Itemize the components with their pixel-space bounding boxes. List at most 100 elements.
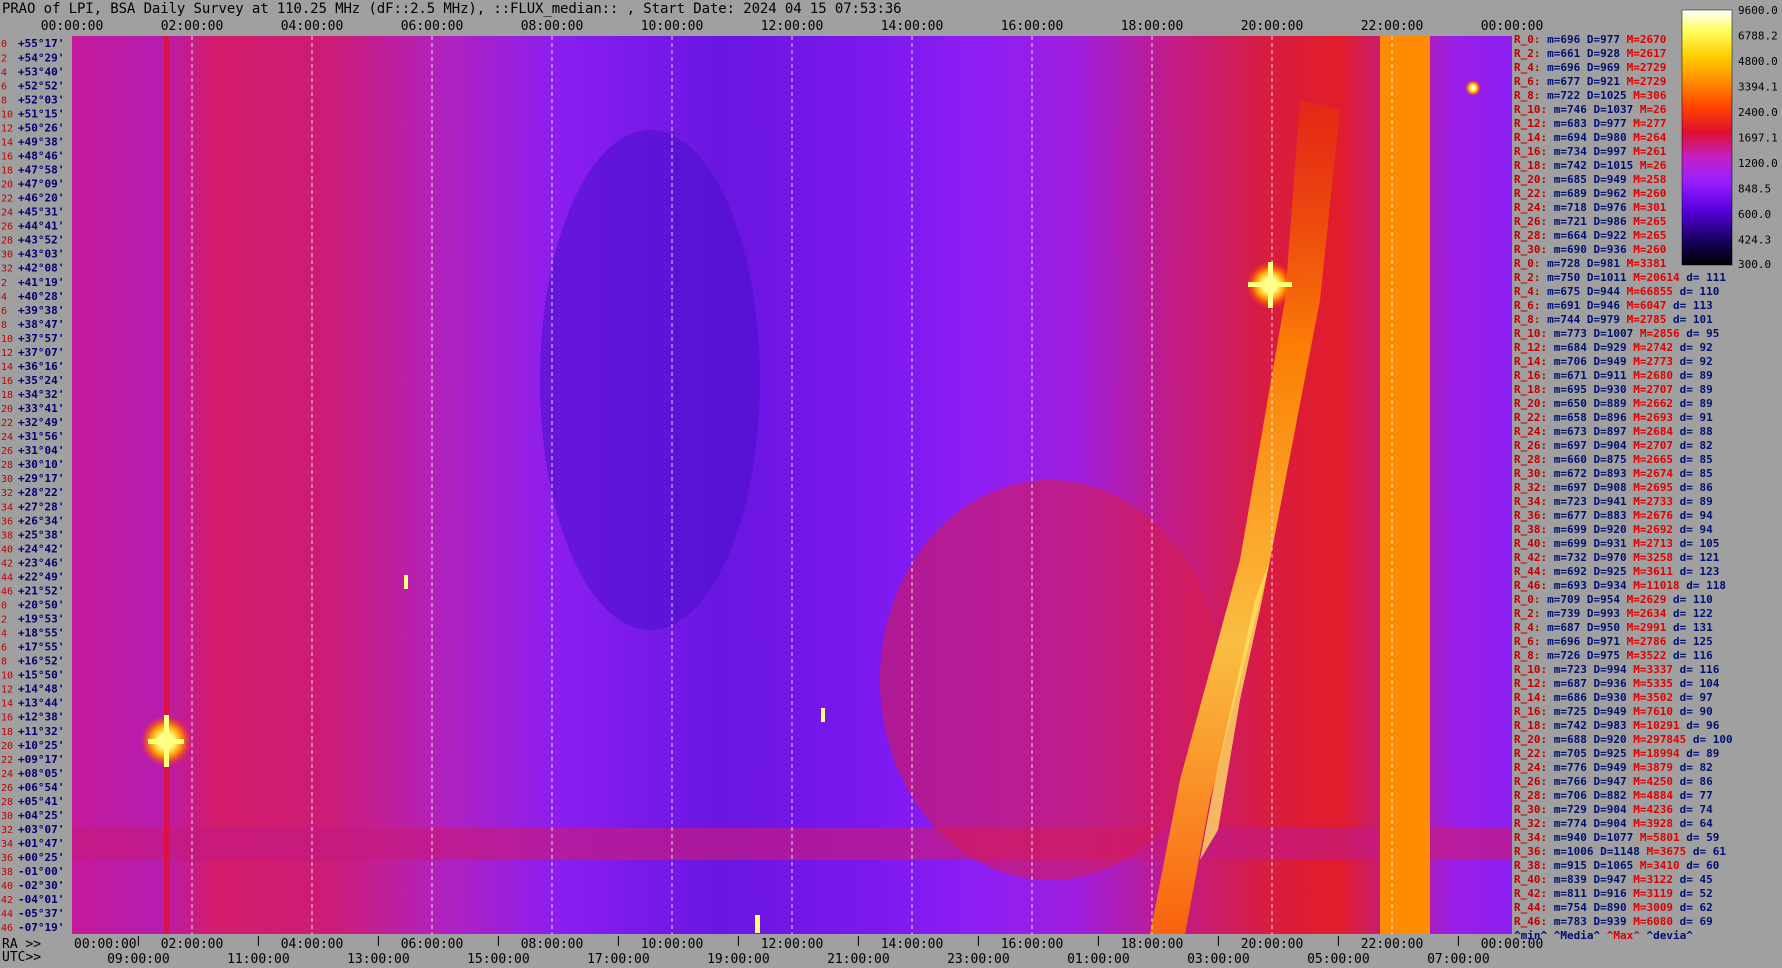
- top-time-axis: 00:00:00 02:00:00 04:00:00 06:00:00 08:00:00…: [41, 19, 1544, 34]
- beam-declination: -01°00': [18, 865, 64, 878]
- stats-min: m=750: [1547, 271, 1587, 284]
- stats-median: D=890: [1593, 901, 1634, 914]
- stats-median: D=994: [1593, 663, 1634, 676]
- stats-dev: d= 60: [1686, 859, 1720, 872]
- beam-declination: +37°07': [18, 346, 64, 359]
- stats-beam: R_12:: [1514, 117, 1554, 130]
- stats-min: m=691: [1547, 299, 1587, 312]
- stats-max: M=3611: [1633, 565, 1680, 578]
- beam-stats-row: R_44: m=692 D=925 M=3611 d= 123: [1514, 565, 1782, 579]
- beam-declination: -04°01': [18, 893, 64, 906]
- stats-dev: d= 62: [1679, 901, 1713, 914]
- stats-min: m=839: [1553, 873, 1594, 886]
- stats-dev: d= 123: [1679, 565, 1720, 578]
- beam-number: 12: [1, 123, 13, 134]
- beam-stats-row: R_46: m=693 D=934 M=11018 d= 118: [1514, 579, 1782, 593]
- beam-declination: +37°57': [18, 332, 64, 345]
- beam-stats-row: R_12: m=683 D=977 M=277: [1514, 117, 1782, 131]
- beam-stats-row: R_14: m=686 D=930 M=3502 d= 97: [1514, 691, 1782, 705]
- beam-declination: +51°15': [18, 107, 64, 120]
- beam-declination: +06°54': [18, 781, 64, 794]
- source-mid: [821, 708, 825, 722]
- stats-max: M=301: [1633, 201, 1667, 214]
- stats-beam: R_46:: [1514, 579, 1554, 592]
- stats-max: M=265: [1633, 215, 1667, 228]
- beam-stats-row: R_12: m=687 D=936 M=5335 d= 104: [1514, 677, 1782, 691]
- beam-stats-row: R_2: m=750 D=1011 M=20614 d= 111: [1514, 271, 1782, 285]
- beam-declination: +40°28': [18, 290, 64, 303]
- stats-min: m=677: [1553, 509, 1594, 522]
- beam-number: 26: [1, 446, 13, 457]
- stats-median: D=1077: [1593, 831, 1640, 844]
- stats-median: D=986: [1593, 215, 1634, 228]
- stats-median: D=936: [1593, 677, 1634, 690]
- beam-stats-row: R_26: m=697 D=904 M=2707 d= 82: [1514, 439, 1782, 453]
- beam-stats-row: R_10: m=773 D=1007 M=2856 d= 95: [1514, 327, 1782, 341]
- beam-number: 32: [1, 264, 13, 275]
- beam-number: 10: [1, 334, 13, 345]
- stats-min: m=1006: [1553, 845, 1601, 858]
- beam-stats-row: R_2: m=661 D=928 M=2617: [1514, 47, 1782, 61]
- beam-stats-row: R_32: m=774 D=904 M=3928 d= 64: [1514, 817, 1782, 831]
- beam-number: 4: [1, 629, 7, 640]
- stats-median: D=983: [1593, 719, 1634, 732]
- stats-median: D=928: [1586, 47, 1627, 60]
- stats-max: M=66855: [1626, 285, 1680, 298]
- stats-min: m=697: [1553, 481, 1594, 494]
- beam-declination: +08°05': [18, 767, 64, 780]
- beam-declination: +16°52': [18, 655, 64, 668]
- stats-median: D=930: [1593, 691, 1634, 704]
- stats-max: M=2991: [1626, 621, 1673, 634]
- interference-stripe: [1380, 36, 1430, 934]
- beam-stats-row: R_44: m=754 D=890 M=3009 d= 62: [1514, 901, 1782, 915]
- stats-beam: R_12:: [1514, 341, 1554, 354]
- stats-min: m=705: [1553, 747, 1594, 760]
- stats-min: m=699: [1553, 523, 1594, 536]
- stats-dev: d= 110: [1679, 285, 1720, 298]
- beam-declination: +35°24': [18, 374, 64, 387]
- beam-stats-row: R_36: m=677 D=883 M=2676 d= 94: [1514, 509, 1782, 523]
- beam-number: 20: [1, 741, 13, 752]
- stats-min: m=693: [1553, 579, 1594, 592]
- stats-median: D=920: [1593, 733, 1634, 746]
- utc-tick-label: 21:00:00: [827, 952, 890, 967]
- beam-stats-row: R_26: m=766 D=947 M=4250 d= 86: [1514, 775, 1782, 789]
- stats-median: D=889: [1593, 397, 1634, 410]
- beam-number: 6: [1, 81, 7, 92]
- stats-min: m=742: [1553, 719, 1594, 732]
- stats-beam: R_40:: [1514, 537, 1554, 550]
- stats-median: D=977: [1593, 117, 1634, 130]
- ra-tick-label: 00:00:00: [74, 937, 137, 952]
- beam-declination: +05°41': [18, 795, 64, 808]
- beam-stats-row: R_24: m=776 D=949 M=3879 d= 82: [1514, 761, 1782, 775]
- stats-dev: d= 121: [1679, 551, 1720, 564]
- beam-declination: +03°07': [18, 823, 64, 836]
- stats-median: D=883: [1593, 509, 1634, 522]
- stats-median: D=1065: [1593, 859, 1640, 872]
- beam-declination: +33°41': [18, 402, 64, 415]
- stats-min: m=744: [1547, 313, 1587, 326]
- beam-number: 10: [1, 671, 13, 682]
- stats-beam: R_0:: [1514, 593, 1548, 606]
- beam-declination: +20°50': [18, 598, 64, 611]
- beam-stats-row: R_4: m=675 D=944 M=66855 d= 110: [1514, 285, 1782, 299]
- stats-beam: R_6:: [1514, 75, 1548, 88]
- stats-median: D=950: [1586, 621, 1627, 634]
- stats-dev: d= 92: [1679, 355, 1713, 368]
- stats-max: M=261: [1633, 145, 1667, 158]
- stats-beam: R_14:: [1514, 131, 1554, 144]
- stats-dev: d= 131: [1672, 621, 1713, 634]
- beam-number: 6: [1, 643, 7, 654]
- top-tick-label: 06:00:00: [401, 19, 464, 34]
- stats-min: m=746: [1553, 103, 1594, 116]
- beam-number: 36: [1, 516, 13, 527]
- beam-number: 32: [1, 825, 13, 836]
- stats-min: m=940: [1553, 831, 1594, 844]
- stats-max: M=3258: [1633, 551, 1680, 564]
- beam-stats-row: R_18: m=742 D=983 M=10291 d= 96: [1514, 719, 1782, 733]
- stats-max: M=3122: [1633, 873, 1680, 886]
- stats-max: M=3502: [1633, 691, 1680, 704]
- beam-declination: +00°25': [18, 851, 64, 864]
- source-column: [164, 36, 169, 934]
- ra-tick-label: 06:00:00: [401, 937, 464, 952]
